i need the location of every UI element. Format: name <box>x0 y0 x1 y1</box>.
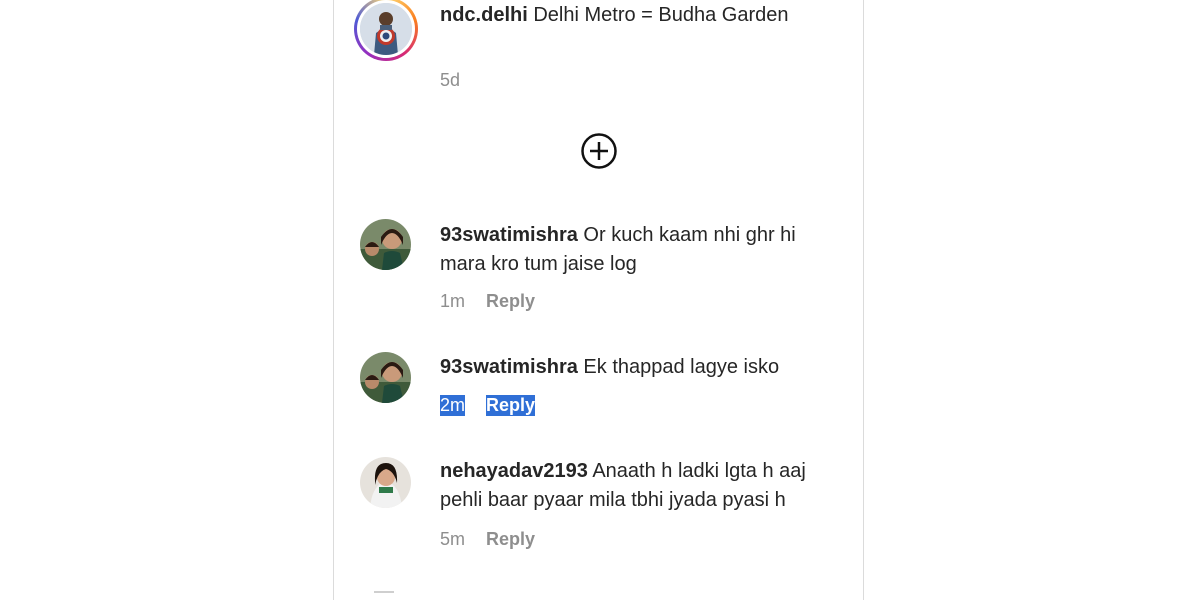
user-photo-icon <box>360 352 411 403</box>
user-photo-icon <box>360 457 411 508</box>
commenter-avatar[interactable] <box>360 219 411 270</box>
comment-text: Ek thappad lagye isko <box>583 356 780 378</box>
avatar-figure-icon <box>360 3 412 55</box>
comments-panel: ndc.delhi Delhi Metro = Budha Garden 5d <box>333 0 864 600</box>
captain-shield-avatar-image <box>360 3 412 55</box>
comment-username[interactable]: 93swatimishra <box>440 224 578 246</box>
reply-button[interactable]: Reply <box>486 529 535 550</box>
post-timestamp[interactable]: 5d <box>440 70 460 91</box>
user-photo-icon <box>360 219 411 270</box>
comment-username[interactable]: 93swatimishra <box>440 356 578 378</box>
post-author-avatar[interactable] <box>354 0 418 61</box>
commenter-avatar[interactable] <box>360 457 411 508</box>
post-caption-text: Delhi Metro = Budha Garden <box>533 4 789 26</box>
next-comment-avatar-edge <box>374 591 394 593</box>
comment-timestamp[interactable]: 1m <box>440 291 465 312</box>
reply-button[interactable]: Reply <box>486 395 536 416</box>
plus-circle-icon <box>581 133 617 169</box>
comment-timestamp[interactable]: 2m <box>440 395 466 416</box>
comment-username[interactable]: nehayadav2193 <box>440 460 588 482</box>
commenter-avatar[interactable] <box>360 352 411 403</box>
post-username[interactable]: ndc.delhi <box>440 4 528 26</box>
reply-button[interactable]: Reply <box>486 291 535 312</box>
load-more-comments-button[interactable] <box>580 132 618 170</box>
comment-timestamp[interactable]: 5m <box>440 529 465 550</box>
